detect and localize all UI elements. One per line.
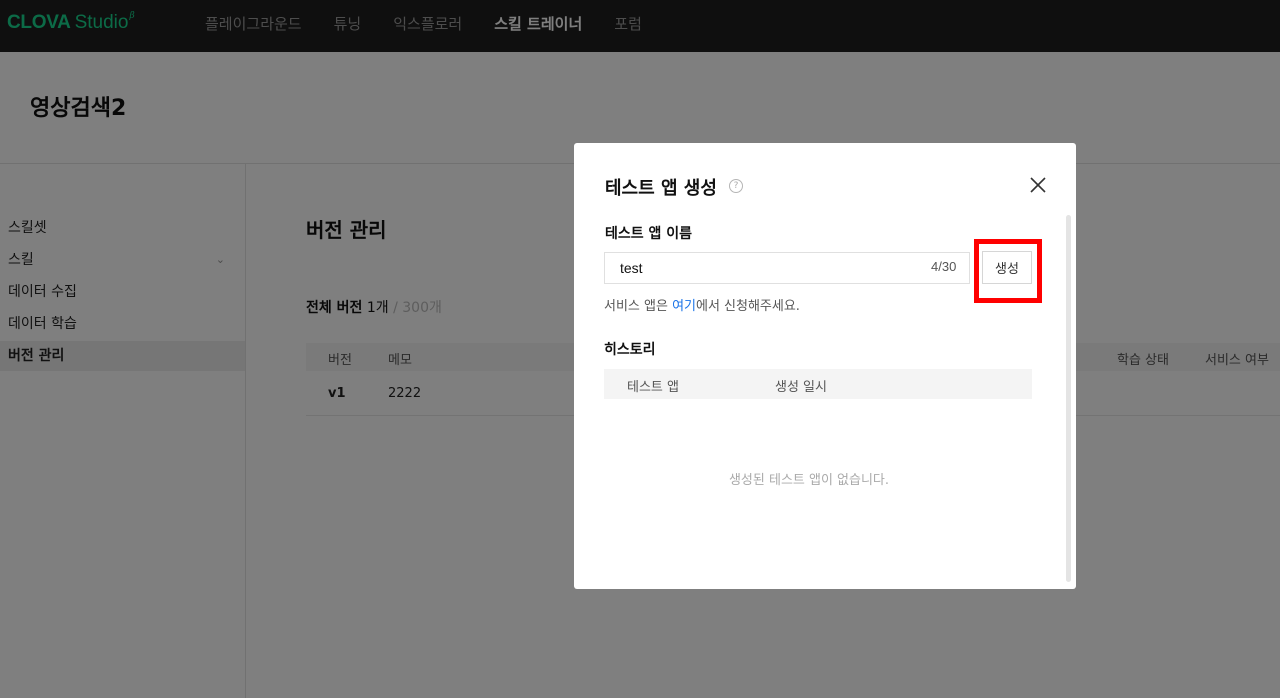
service-app-hint: 서비스 앱은 여기에서 신청해주세요. bbox=[604, 295, 800, 314]
hint-prefix: 서비스 앱은 bbox=[604, 299, 673, 314]
hint-suffix: 에서 신청해주세요. bbox=[696, 299, 800, 314]
modal-title: 테스트 앱 생성 bbox=[605, 178, 717, 199]
test-app-name-label: 테스트 앱 이름 bbox=[605, 226, 693, 242]
history-table-header: 테스트 앱 생성 일시 bbox=[604, 369, 1032, 399]
create-test-app-modal: 테스트 앱 생성 ? 테스트 앱 이름 4/30 생성 서비스 앱은 여기에서 … bbox=[574, 143, 1076, 589]
test-app-name-input[interactable] bbox=[604, 252, 970, 284]
hint-link[interactable]: 여기 bbox=[672, 299, 696, 314]
char-counter: 4/30 bbox=[931, 259, 957, 274]
history-column-test-app: 테스트 앱 bbox=[627, 380, 679, 395]
close-icon[interactable] bbox=[1028, 175, 1048, 195]
history-label: 히스토리 bbox=[604, 342, 656, 358]
modal-scrollbar[interactable] bbox=[1066, 215, 1071, 582]
help-icon[interactable]: ? bbox=[729, 179, 743, 193]
create-button[interactable]: 생성 bbox=[982, 251, 1032, 284]
history-column-created-at: 생성 일시 bbox=[775, 380, 827, 395]
history-empty-message: 생성된 테스트 앱이 없습니다. bbox=[728, 473, 890, 488]
